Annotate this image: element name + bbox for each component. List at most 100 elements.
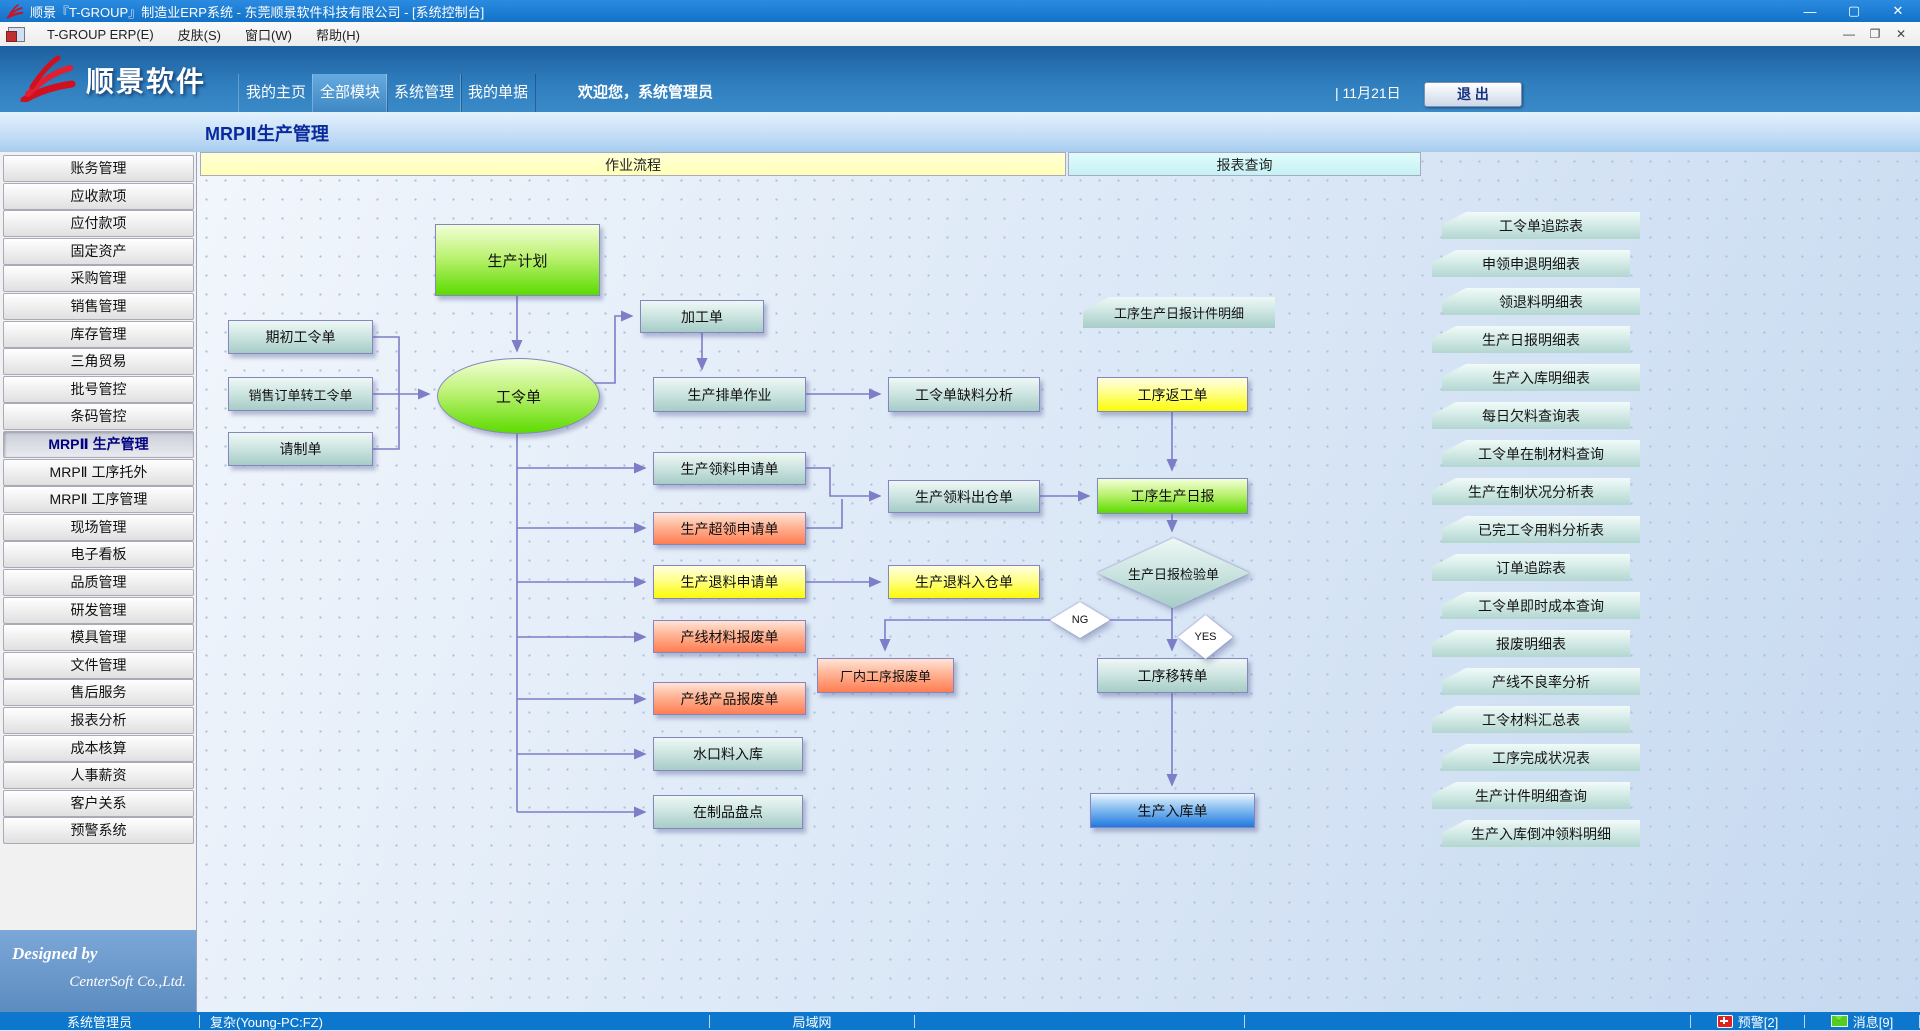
credit-line1: Designed by — [12, 944, 97, 964]
close-button[interactable]: ✕ — [1876, 0, 1920, 22]
flow-node-line-product-scrap[interactable]: 产线产品报废单 — [653, 682, 806, 715]
message-icon — [1831, 1015, 1848, 1027]
credit-line2: CenterSoft Co.,Ltd. — [69, 974, 186, 991]
flow-node-wip-count[interactable]: 在制品盘点 — [653, 795, 803, 829]
exit-button[interactable]: 退 出 — [1424, 82, 1522, 107]
main-header: 顺景软件 我的主页全部模块系统管理我的单据 欢迎您，系统管理员 | 11月21日… — [0, 46, 1920, 113]
flow-node-nozzle-in[interactable]: 水口料入库 — [653, 737, 803, 771]
maximize-button[interactable]: ▢ — [1832, 0, 1876, 22]
sidebar-item[interactable]: 账务管理 — [3, 155, 194, 182]
minimize-button[interactable]: — — [1788, 0, 1832, 22]
report-button[interactable]: 生产入库明细表 — [1442, 364, 1640, 391]
sidebar-item[interactable]: 应付款项 — [3, 210, 194, 237]
menu-item[interactable]: 帮助(H) — [304, 22, 372, 46]
report-button[interactable]: 生产在制状况分析表 — [1432, 478, 1630, 505]
sidebar-item[interactable]: 批号管控 — [3, 376, 194, 403]
report-button[interactable]: 工令材料汇总表 — [1432, 706, 1630, 733]
report-button[interactable]: 工序完成状况表 — [1442, 744, 1640, 771]
flow-node-inhouse-scrap[interactable]: 厂内工序报废单 — [817, 658, 954, 693]
menu-item[interactable]: 窗口(W) — [233, 22, 304, 46]
flow-node-daily-check[interactable]: 生产日报检验单 — [1097, 538, 1250, 608]
sidebar-item[interactable]: 品质管理 — [3, 569, 194, 596]
alert-label: 预警[2] — [1738, 1012, 1778, 1031]
status-alert[interactable]: 预警[2] — [1690, 1015, 1805, 1028]
report-button[interactable]: 工令单在制材料查询 — [1442, 440, 1640, 467]
status-empty-1 — [915, 1015, 1245, 1028]
flow-section-header: 作业流程 — [200, 152, 1066, 176]
mdi-minimize-button[interactable]: — — [1836, 27, 1862, 41]
flow-node-ng[interactable]: NG — [1050, 602, 1110, 638]
flow-node-return-apply[interactable]: 生产退料申请单 — [653, 565, 806, 599]
sidebar-item[interactable]: 电子看板 — [3, 541, 194, 568]
flow-node-so-to-wo[interactable]: 销售订单转工令单 — [228, 377, 373, 411]
welcome-text: 欢迎您，系统管理员 — [578, 74, 713, 112]
report-button[interactable]: 每日欠料查询表 — [1432, 402, 1630, 429]
sidebar-item[interactable]: 报表分析 — [3, 707, 194, 734]
flow-node-production-inbound[interactable]: 生产入库单 — [1090, 793, 1255, 828]
mdi-close-button[interactable]: ✕ — [1888, 27, 1914, 41]
flow-node-daily-report[interactable]: 工序生产日报 — [1097, 478, 1248, 514]
status-user: 系统管理员 — [0, 1015, 200, 1028]
flow-node-scheduling[interactable]: 生产排单作业 — [653, 377, 806, 412]
sidebar-item[interactable]: 预警系统 — [3, 817, 194, 844]
report-button[interactable]: 生产日报明细表 — [1432, 326, 1630, 353]
sidebar-item[interactable]: 采购管理 — [3, 265, 194, 292]
sidebar-item[interactable]: 售后服务 — [3, 679, 194, 706]
sidebar-item[interactable]: 应收款项 — [3, 183, 194, 210]
sidebar-item[interactable]: MRPⅡ 工序管理 — [3, 486, 194, 513]
flow-node-material-apply[interactable]: 生产领料申请单 — [653, 452, 806, 485]
flow-node-rework-order[interactable]: 工序返工单 — [1097, 377, 1248, 412]
sidebar-item[interactable]: 三角贸易 — [3, 348, 194, 375]
sidebar-item[interactable]: 条码管控 — [3, 403, 194, 430]
report-button[interactable]: 申领申退明细表 — [1432, 250, 1630, 277]
sidebar-item[interactable]: 现场管理 — [3, 514, 194, 541]
mdi-child-icon — [8, 27, 25, 42]
report-button[interactable]: 工令单即时成本查询 — [1442, 592, 1640, 619]
header-date: | 11月21日 — [1335, 74, 1401, 112]
tab-全部模块[interactable]: 全部模块 — [312, 74, 388, 112]
flow-node-mfg-request[interactable]: 请制单 — [228, 432, 373, 466]
flow-node-plan[interactable]: 生产计划 — [435, 224, 600, 296]
window-title: 顺景『T-GROUP』制造业ERP系统 - 东莞顺景软件科技有限公司 - [系统… — [30, 2, 484, 21]
report-button[interactable]: 领退料明细表 — [1442, 288, 1640, 315]
sidebar-item[interactable]: 人事薪资 — [3, 762, 194, 789]
sidebar-item[interactable]: 销售管理 — [3, 293, 194, 320]
flow-node-yes[interactable]: YES — [1178, 615, 1233, 659]
report-button[interactable]: 产线不良率分析 — [1442, 668, 1640, 695]
flow-node-process-transfer[interactable]: 工序移转单 — [1097, 658, 1248, 693]
sidebar-item[interactable]: MRPⅡ 工序托外 — [3, 459, 194, 486]
flow-node-piecework-detail[interactable]: 工序生产日报计件明细 — [1083, 297, 1275, 328]
sidebar-item[interactable]: 成本核算 — [3, 735, 194, 762]
tab-我的单据[interactable]: 我的单据 — [460, 74, 536, 112]
menu-item[interactable]: 皮肤(S) — [166, 22, 233, 46]
report-button[interactable]: 生产入库倒冲领料明细 — [1442, 820, 1640, 847]
flow-node-material-out[interactable]: 生产领料出仓单 — [888, 480, 1040, 513]
report-button[interactable]: 已完工令用料分析表 — [1442, 516, 1640, 543]
sidebar-item[interactable]: 客户关系 — [3, 790, 194, 817]
company-logo-icon — [18, 54, 78, 102]
tab-系统管理[interactable]: 系统管理 — [386, 74, 462, 112]
company-logo-text: 顺景软件 — [86, 60, 206, 100]
sidebar-item[interactable]: 模具管理 — [3, 624, 194, 651]
sidebar-item[interactable]: 文件管理 — [3, 652, 194, 679]
flow-node-return-in[interactable]: 生产退料入仓单 — [888, 565, 1040, 599]
status-message[interactable]: 消息[9] — [1805, 1015, 1920, 1028]
sidebar-item[interactable]: 固定资产 — [3, 238, 194, 265]
report-button[interactable]: 订单追踪表 — [1432, 554, 1630, 581]
report-button[interactable]: 生产计件明细查询 — [1432, 782, 1630, 809]
flow-node-process-order[interactable]: 加工单 — [640, 300, 764, 333]
flow-node-over-apply[interactable]: 生产超领申请单 — [653, 512, 806, 545]
flow-node-work-order[interactable]: 工令单 — [437, 358, 600, 434]
flow-node-line-material-scrap[interactable]: 产线材料报废单 — [653, 620, 806, 653]
report-button[interactable]: 工令单追踪表 — [1442, 212, 1640, 239]
mdi-restore-button[interactable]: ❐ — [1862, 27, 1888, 41]
date-text: 11月21日 — [1343, 85, 1401, 101]
report-button[interactable]: 报废明细表 — [1432, 630, 1630, 657]
flow-node-shortage-analysis[interactable]: 工令单缺料分析 — [888, 377, 1040, 412]
sidebar-item[interactable]: 库存管理 — [3, 321, 194, 348]
menu-item[interactable]: T-GROUP ERP(E) — [35, 22, 166, 46]
sidebar-item[interactable]: 研发管理 — [3, 597, 194, 624]
sidebar-item[interactable]: MRPⅡ 生产管理 — [3, 431, 194, 458]
flow-node-init-wo[interactable]: 期初工令单 — [228, 320, 373, 354]
tab-我的主页[interactable]: 我的主页 — [238, 74, 314, 112]
